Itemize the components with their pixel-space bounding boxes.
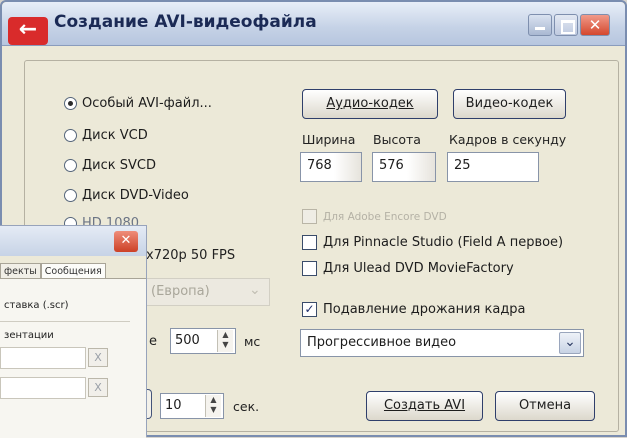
text-field[interactable]: [0, 347, 86, 369]
duration-value: 10: [165, 398, 182, 413]
radio-dvd-video[interactable]: Диск DVD-Video: [64, 188, 189, 203]
radio-button[interactable]: [64, 97, 77, 110]
radio-svcd[interactable]: Диск SVCD: [64, 158, 156, 173]
checkbox-label: Для Ulead DVD MovieFactory: [323, 261, 514, 276]
option-pinnacle[interactable]: Для Pinnacle Studio (Field A первое): [302, 235, 563, 250]
video-codec-button[interactable]: Видео-кодек: [453, 89, 566, 119]
radio-vcd[interactable]: Диск VCD: [64, 128, 148, 143]
maximize-button[interactable]: [554, 14, 578, 36]
window-title: Создание AVI-видеофайла: [54, 12, 317, 32]
cancel-button[interactable]: Отмена: [495, 391, 595, 421]
radio-button[interactable]: [64, 159, 77, 172]
cancel-label: Отмена: [518, 398, 572, 413]
region-select[interactable]: (Европа) ⌄: [144, 278, 270, 306]
radio-label: Диск SVCD: [82, 158, 156, 173]
audio-codec-label: Аудио-кодек: [326, 96, 414, 111]
spin-up-icon[interactable]: ▲: [218, 330, 233, 340]
background-dialog: ✕ фекты Сообщения ставка (.scr) зентации…: [0, 225, 147, 438]
duration-field[interactable]: 10 ▲ ▼: [160, 393, 224, 419]
background-dialog-body: ставка (.scr) зентации X X: [0, 278, 146, 438]
background-dialog-tabs: фекты Сообщения: [0, 257, 146, 279]
chevron-down-icon: ⌄: [249, 282, 261, 298]
width-label: Ширина: [302, 132, 356, 147]
option-ulead[interactable]: Для Ulead DVD MovieFactory: [302, 261, 514, 276]
tab-effects[interactable]: фекты: [0, 263, 41, 279]
scan-mode-value: Прогрессивное видео: [307, 335, 457, 350]
region-select-value: (Европа): [151, 284, 210, 299]
radio-custom-avi[interactable]: Особый AVI-файл...: [64, 96, 212, 111]
background-dialog-title-bar[interactable]: ✕: [0, 226, 146, 256]
radio-button[interactable]: [64, 129, 77, 142]
checkbox[interactable]: [302, 209, 317, 224]
fps-label: Кадров в секунду: [449, 132, 567, 147]
interval-unit: мс: [244, 334, 261, 349]
checkbox[interactable]: [302, 261, 317, 276]
width-field[interactable]: 768: [300, 152, 362, 182]
height-label: Высота: [373, 132, 421, 147]
close-icon[interactable]: ✕: [114, 231, 138, 252]
minimize-button[interactable]: [528, 14, 552, 36]
option-adobe-encore[interactable]: Для Adobe Encore DVD: [302, 209, 447, 224]
create-avi-label: Создать AVI: [383, 398, 466, 413]
checkbox-label: Для Adobe Encore DVD: [323, 210, 447, 223]
audio-codec-button[interactable]: Аудио-кодек: [302, 89, 438, 119]
spin-up-icon[interactable]: ▲: [206, 395, 221, 405]
create-avi-button[interactable]: Создать AVI: [366, 391, 483, 421]
maximize-icon: [561, 20, 575, 34]
checkbox[interactable]: [302, 235, 317, 250]
minimize-icon: [535, 27, 545, 30]
text-field[interactable]: [0, 377, 86, 399]
duration-unit: сек.: [233, 399, 260, 414]
scan-mode-select[interactable]: Прогрессивное видео ⌄: [300, 329, 584, 357]
radio-label: Диск VCD: [82, 128, 148, 143]
interval-spinner[interactable]: ▲ ▼: [217, 330, 233, 352]
back-arrow-icon[interactable]: ←: [8, 17, 48, 45]
divider: [0, 321, 130, 322]
option-deflicker[interactable]: ✓ Подавление дрожания кадра: [302, 302, 526, 317]
radio-button[interactable]: [64, 189, 77, 202]
title-bar[interactable]: ← Создание AVI-видеофайла ✕: [2, 2, 625, 46]
tab-messages[interactable]: Сообщения: [40, 263, 106, 279]
interval-prefix: е: [149, 334, 157, 349]
list-item[interactable]: зентации: [4, 330, 54, 341]
duration-spinner[interactable]: ▲ ▼: [205, 395, 221, 417]
close-button[interactable]: ✕: [580, 14, 610, 36]
checkmark-icon[interactable]: ✓: [302, 302, 317, 317]
clear-x-icon[interactable]: X: [88, 348, 108, 367]
clear-x-icon[interactable]: X: [88, 378, 108, 397]
video-codec-label: Видео-кодек: [465, 96, 554, 111]
radio-hd720-label: x720p 50 FPS: [146, 248, 236, 263]
checkbox-label: Для Pinnacle Studio (Field A первое): [323, 235, 564, 250]
list-item[interactable]: ставка (.scr): [4, 300, 69, 311]
radio-label: Особый AVI-файл...: [82, 96, 212, 111]
interval-field[interactable]: 500 ▲ ▼: [170, 328, 236, 354]
spin-down-icon[interactable]: ▼: [206, 405, 221, 415]
interval-value: 500: [175, 333, 200, 348]
radio-label: Диск DVD-Video: [82, 188, 189, 203]
height-field[interactable]: 576: [372, 152, 436, 182]
chevron-down-icon[interactable]: ⌄: [559, 332, 581, 354]
fps-field[interactable]: 25: [447, 152, 539, 182]
checkbox-label: Подавление дрожания кадра: [323, 302, 526, 317]
spin-down-icon[interactable]: ▼: [218, 340, 233, 350]
